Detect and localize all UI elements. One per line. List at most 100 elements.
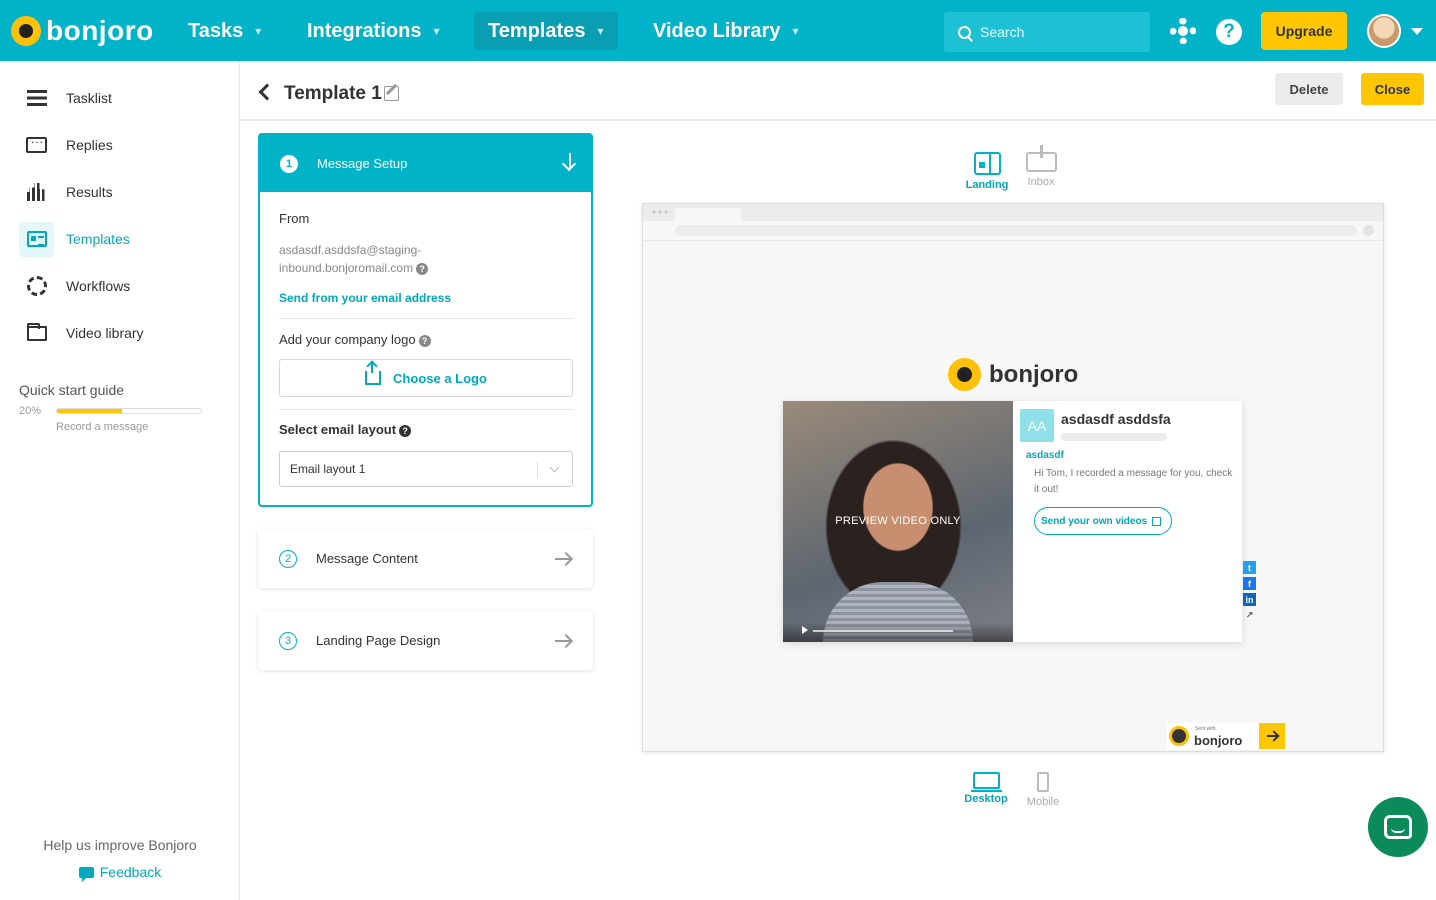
- tab-inbox[interactable]: Inbox: [1020, 145, 1062, 188]
- user-avatar[interactable]: [1367, 14, 1401, 48]
- sent-with-bonjoro-badge[interactable]: Sent with bonjoro: [1167, 723, 1285, 749]
- video-scrubber[interactable]: [813, 630, 953, 632]
- twitter-icon[interactable]: t: [1243, 561, 1256, 574]
- sidebar-item-label: Templates: [66, 231, 130, 247]
- chevron-down-icon: ▾: [255, 24, 262, 38]
- from-address-line2: inbound.bonjoromail.com: [279, 261, 414, 275]
- upgrade-button[interactable]: Upgrade: [1261, 12, 1347, 50]
- tab-desktop[interactable]: Desktop: [962, 772, 1010, 805]
- send-from-email-link[interactable]: Send from your email address: [279, 291, 451, 305]
- preview-message-card: PREVIEW VIDEO ONLY AA asdasdf asddsfa as…: [783, 401, 1242, 642]
- sidebar-item-label: Results: [66, 184, 113, 200]
- sender-name: asdasdf asddsfa: [1061, 411, 1171, 427]
- step-message-setup: 1 Message Setup From asdasdf.asddsfa@sta…: [258, 133, 593, 507]
- sidebar-item-label: Tasklist: [66, 90, 112, 106]
- nav-tasks[interactable]: Tasks ▾: [174, 12, 275, 50]
- brand-logo[interactable]: bonjoro: [11, 15, 154, 47]
- layout-label: Select email layout?: [279, 422, 412, 437]
- from-address-line1: asdasdf.asddsfa@staging-: [279, 243, 422, 257]
- preview-message-panel: AA asdasdf asddsfa asdasdf Hi Tom, I rec…: [1013, 401, 1242, 642]
- share-icon[interactable]: ↗: [1243, 609, 1256, 622]
- help-icon[interactable]: ?: [1216, 19, 1242, 45]
- url-field: [675, 225, 1357, 236]
- sidebar-item-video-library[interactable]: Video library: [19, 315, 224, 351]
- sidebar: Tasklist Replies Results Templates Workf…: [0, 61, 240, 900]
- tab-mobile-label: Mobile: [1026, 796, 1060, 808]
- tab-mobile[interactable]: Mobile: [1022, 772, 1064, 808]
- feedback-link[interactable]: Feedback: [0, 864, 240, 882]
- help-circle-icon[interactable]: ?: [416, 262, 429, 275]
- message-body: Hi Tom, I recorded a message for you, ch…: [1034, 468, 1233, 495]
- sender-avatar: AA: [1020, 409, 1054, 442]
- chat-launcher-button[interactable]: [1368, 797, 1428, 857]
- page-title: Template 1: [284, 83, 382, 104]
- sidebar-item-label: Workflows: [66, 278, 131, 294]
- chevron-down-icon[interactable]: [1411, 28, 1423, 35]
- chevron-down-icon: ▾: [792, 24, 799, 38]
- preview-video[interactable]: PREVIEW VIDEO ONLY: [783, 401, 1013, 642]
- browser-tab-strip: [643, 204, 1383, 221]
- search-box[interactable]: [944, 12, 1150, 52]
- top-nav: bonjoro Tasks ▾ Integrations ▾ Templates ▾ …: [0, 0, 1436, 61]
- sidebar-item-workflows[interactable]: Workflows: [19, 268, 224, 304]
- nav-video-library-label: Video Library: [653, 19, 781, 42]
- nav-integrations-label: Integrations: [307, 19, 422, 42]
- facebook-icon[interactable]: f: [1243, 577, 1256, 590]
- linkedin-icon[interactable]: in: [1243, 593, 1256, 606]
- help-circle-icon[interactable]: ?: [399, 424, 412, 437]
- tab-desktop-label: Desktop: [964, 793, 1008, 805]
- step-message-content[interactable]: 2 Message Content: [258, 529, 593, 588]
- close-button[interactable]: Close: [1361, 73, 1424, 105]
- video-controls: [783, 622, 1013, 642]
- step-title: Message Setup: [317, 156, 408, 171]
- tab-landing-label: Landing: [965, 179, 1009, 191]
- quick-start-progress-fill: [57, 409, 122, 413]
- chevron-down-icon: ▾: [597, 24, 604, 38]
- play-icon[interactable]: [802, 626, 808, 634]
- message-from: asdasdf: [1026, 450, 1064, 461]
- sent-with-label: Sent with: [1195, 726, 1216, 732]
- choose-logo-label: Choose a Logo: [393, 370, 487, 386]
- bonjoro-bear-icon: [11, 16, 41, 46]
- page-header: [240, 61, 1436, 121]
- divider: [279, 409, 573, 410]
- quick-start-next-step[interactable]: Record a message: [56, 421, 148, 433]
- search-input[interactable]: [980, 24, 1130, 40]
- from-address: asdasdf.asddsfa@staging- inbound.bonjoro…: [279, 241, 459, 277]
- nav-tasks-label: Tasks: [188, 19, 244, 42]
- preview-video-label: PREVIEW VIDEO ONLY: [835, 515, 961, 527]
- quick-start-title[interactable]: Quick start guide: [19, 382, 124, 398]
- edit-icon[interactable]: [384, 86, 399, 101]
- bonjoro-bear-icon: [1169, 726, 1189, 746]
- send-your-own-videos-button[interactable]: Send your own videos: [1034, 507, 1173, 535]
- choose-logo-button[interactable]: Choose a Logo: [279, 359, 573, 397]
- step-number: 1: [280, 154, 298, 173]
- step-landing-page-design[interactable]: 3 Landing Page Design: [258, 611, 593, 670]
- browser-address-bar: [643, 221, 1383, 241]
- brand-name: bonjoro: [46, 15, 154, 46]
- email-layout-select[interactable]: Email layout 1: [279, 451, 573, 487]
- chevron-down-icon: [549, 462, 560, 473]
- help-improve-text: Help us improve Bonjoro: [43, 837, 197, 853]
- arrow-right-icon: [555, 558, 571, 560]
- delete-button[interactable]: Delete: [1275, 73, 1343, 105]
- tab-landing[interactable]: Landing: [964, 152, 1010, 191]
- nav-templates[interactable]: Templates ▾: [474, 12, 618, 50]
- nav-video-library[interactable]: Video Library ▾: [639, 12, 812, 50]
- sidebar-item-replies[interactable]: Replies: [19, 127, 224, 163]
- step-message-setup-header[interactable]: 1 Message Setup: [260, 135, 591, 192]
- from-label: From: [279, 211, 310, 226]
- sidebar-item-templates[interactable]: Templates: [19, 221, 224, 257]
- desktop-icon: [970, 772, 1002, 792]
- sidebar-item-results[interactable]: Results: [19, 174, 224, 210]
- bonjoro-bear-icon: [948, 358, 981, 391]
- placeholder-line: [1061, 433, 1167, 441]
- select-separator: [537, 461, 538, 478]
- sidebar-item-tasklist[interactable]: Tasklist: [19, 80, 224, 116]
- help-circle-icon[interactable]: ?: [418, 334, 431, 347]
- bar-chart-icon: [19, 175, 54, 210]
- logo-label: Add your company logo?: [279, 332, 431, 347]
- nav-integrations[interactable]: Integrations ▾: [293, 12, 453, 50]
- gear-icon[interactable]: [1170, 18, 1196, 44]
- browser-menu-icon: [1363, 225, 1374, 236]
